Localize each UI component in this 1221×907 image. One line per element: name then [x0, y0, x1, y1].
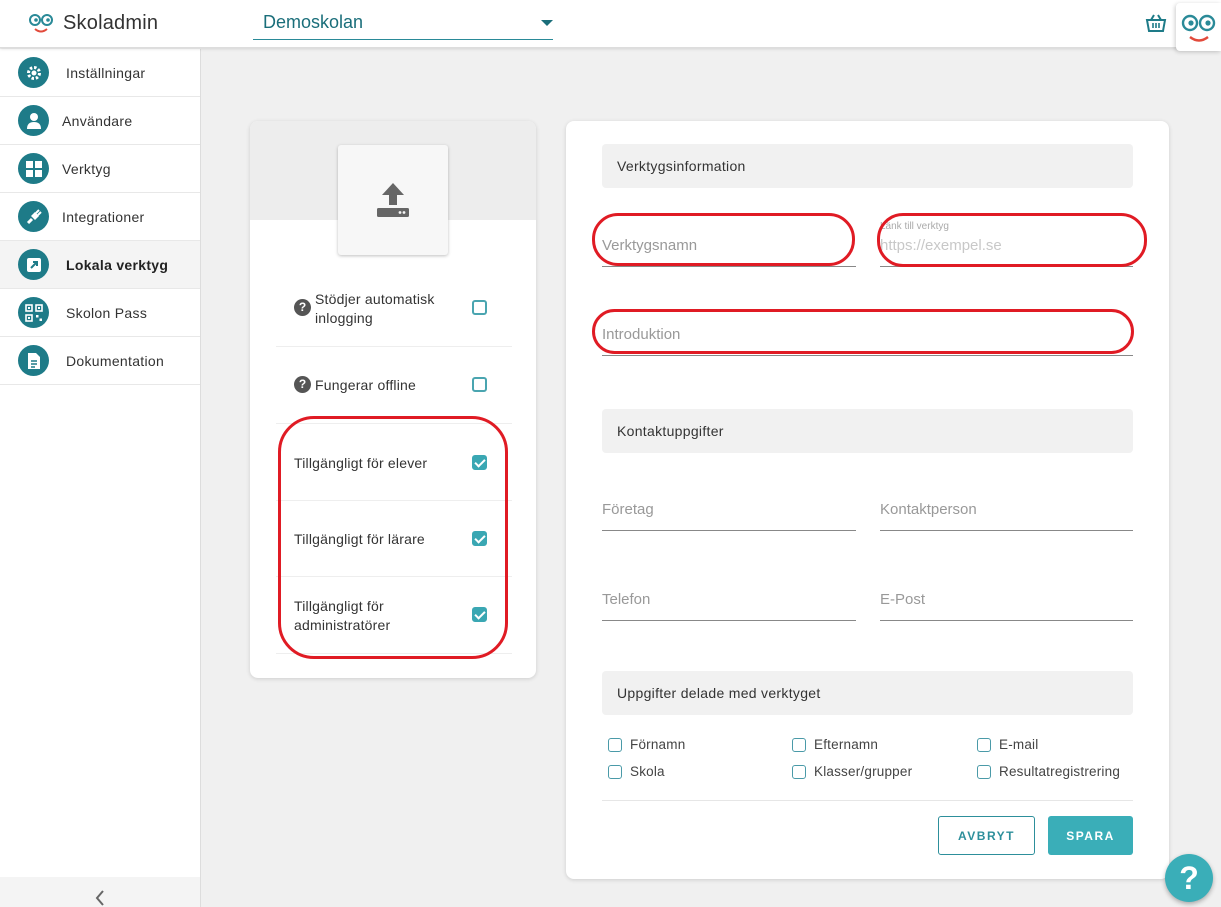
option-offline: ? Fungerar offline — [276, 347, 512, 424]
company-input[interactable] — [602, 501, 856, 518]
document-icon — [18, 345, 49, 376]
sidebar-item-integrationer[interactable]: Integrationer — [0, 193, 200, 241]
chevron-left-icon[interactable] — [93, 889, 107, 907]
option-label: Tillgängligt för lärare — [294, 531, 425, 547]
contact-person-field[interactable] — [880, 491, 1133, 531]
section-shared-data: Uppgifter delade med verktyget — [602, 671, 1133, 715]
sidebar-item-installningar[interactable]: Inställningar — [0, 49, 200, 97]
section-title: Verktygsinformation — [617, 158, 746, 174]
share-checkbox[interactable] — [977, 765, 991, 779]
share-label: Skola — [630, 764, 665, 779]
external-link-icon — [18, 249, 49, 280]
offline-checkbox[interactable] — [472, 377, 487, 392]
share-checkbox[interactable] — [792, 765, 806, 779]
tool-name-input[interactable] — [602, 237, 856, 254]
help-button[interactable]: ? — [1165, 854, 1213, 902]
share-checkbox[interactable] — [608, 738, 622, 752]
teachers-checkbox[interactable] — [472, 531, 487, 546]
option-label: Tillgängligt för elever — [294, 455, 428, 471]
phone-field[interactable] — [602, 581, 856, 621]
upload-image-button[interactable] — [338, 145, 448, 255]
top-bar: Skoladmin Demoskolan — [0, 0, 1221, 51]
basket-icon[interactable] — [1145, 12, 1167, 34]
share-label: Klasser/grupper — [814, 764, 913, 779]
gear-icon — [18, 57, 49, 88]
sidebar-item-dokumentation[interactable]: Dokumentation — [0, 337, 200, 385]
sidebar-item-label: Dokumentation — [66, 352, 165, 369]
option-label: Fungerar offline — [315, 377, 417, 393]
sidebar-item-verktyg[interactable]: Verktyg — [0, 145, 200, 193]
user-icon — [18, 105, 49, 136]
sidebar-item-anvandare[interactable]: Användare — [0, 97, 200, 145]
tool-name-field[interactable] — [602, 227, 856, 267]
sidebar-item-label: Användare — [62, 112, 133, 129]
skolon-logo-icon — [1181, 14, 1216, 42]
tool-options-card: ? Stödjer automatisk inlogging ? Fungera… — [250, 121, 536, 678]
option-label: Stödjer automatisk inlogging — [315, 291, 435, 326]
share-label: E-mail — [999, 737, 1039, 752]
form-divider — [602, 800, 1133, 801]
option-admins: Tillgängligt för administratörer — [276, 577, 512, 654]
sidebar-item-label: Inställningar — [66, 64, 146, 81]
sidebar: Inställningar Användare Verktyg Integrat… — [0, 49, 201, 907]
introduction-input[interactable] — [602, 326, 1133, 343]
section-contact: Kontaktuppgifter — [602, 409, 1133, 453]
section-title: Uppgifter delade med verktyget — [617, 685, 821, 701]
email-field[interactable] — [880, 581, 1133, 621]
sidebar-item-label: Lokala verktyg — [66, 256, 169, 273]
sidebar-item-skolon-pass[interactable]: Skolon Pass — [0, 289, 200, 337]
help-icon[interactable]: ? — [294, 376, 311, 393]
cancel-button[interactable]: AVBRYT — [938, 816, 1035, 855]
section-tool-info: Verktygsinformation — [602, 144, 1133, 188]
share-label: Efternamn — [814, 737, 879, 752]
section-title: Kontaktuppgifter — [617, 423, 724, 439]
share-checkbox[interactable] — [977, 738, 991, 752]
company-field[interactable] — [602, 491, 856, 531]
app-title: Skoladmin — [63, 11, 159, 34]
brand[interactable]: Skoladmin — [28, 10, 158, 36]
sidebar-footer — [0, 877, 200, 907]
option-label: Tillgängligt för administratörer — [294, 598, 391, 633]
plug-icon — [18, 201, 49, 232]
option-auto-login: ? Stödjer automatisk inlogging — [276, 271, 512, 347]
students-checkbox[interactable] — [472, 455, 487, 470]
grid-icon — [18, 153, 49, 184]
save-button[interactable]: SPARA — [1048, 816, 1133, 855]
school-select[interactable]: Demoskolan — [253, 5, 553, 40]
qr-code-icon — [18, 297, 49, 328]
tool-link-label: Länk till verktyg — [880, 221, 949, 232]
help-icon[interactable]: ? — [294, 299, 311, 316]
school-select-value: Demoskolan — [263, 12, 364, 32]
upload-icon — [377, 183, 409, 217]
sidebar-item-label: Skolon Pass — [66, 304, 148, 321]
contact-person-input[interactable] — [880, 501, 1133, 518]
admins-checkbox[interactable] — [472, 607, 487, 622]
share-checkbox[interactable] — [608, 765, 622, 779]
sidebar-item-lokala-verktyg[interactable]: Lokala verktyg — [0, 241, 200, 289]
tool-form-card: Verktygsinformation Länk till verktyg Ko… — [566, 121, 1169, 879]
sidebar-item-label: Integrationer — [62, 208, 145, 225]
share-label: Resultatregistrering — [999, 764, 1121, 779]
share-label: Förnamn — [630, 737, 686, 752]
introduction-field[interactable] — [602, 316, 1133, 356]
tool-link-field[interactable]: Länk till verktyg — [880, 221, 1133, 267]
option-students: Tillgängligt för elever — [276, 424, 512, 501]
tool-link-input[interactable] — [880, 237, 1133, 254]
account-menu[interactable] — [1176, 3, 1221, 51]
chevron-down-icon — [541, 20, 553, 26]
email-input[interactable] — [880, 591, 1133, 608]
skolon-logo-icon — [29, 14, 53, 33]
sidebar-item-label: Verktyg — [62, 160, 111, 177]
share-checkbox[interactable] — [792, 738, 806, 752]
option-teachers: Tillgängligt för lärare — [276, 501, 512, 577]
auto-login-checkbox[interactable] — [472, 300, 487, 315]
phone-input[interactable] — [602, 591, 856, 608]
